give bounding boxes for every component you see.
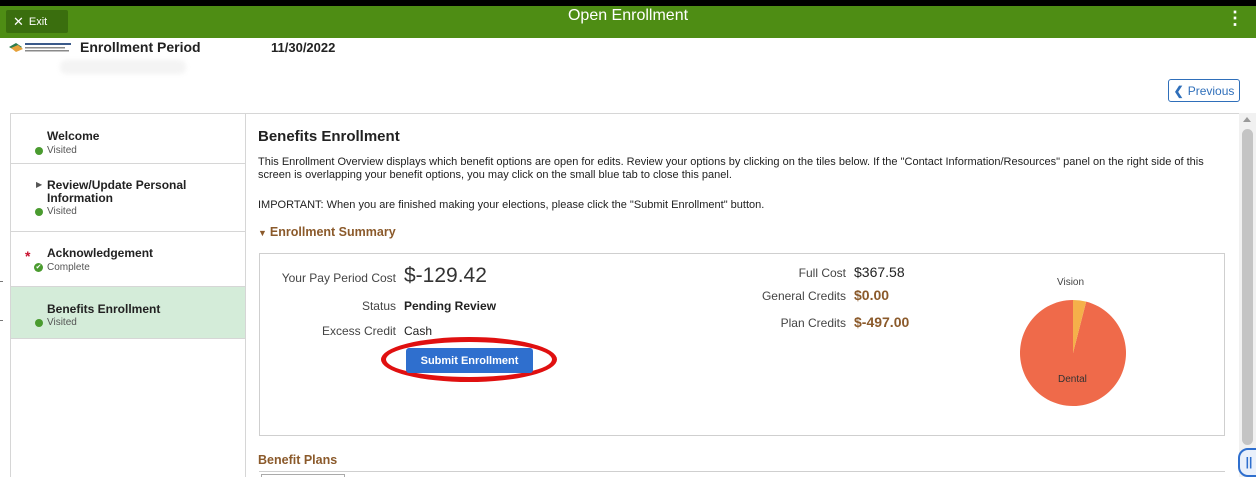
page-title: Benefits Enrollment — [258, 128, 400, 145]
nav-item-benefits-enrollment[interactable]: Benefits Enrollment Visited — [11, 287, 245, 339]
full-cost-value: $367.58 — [854, 264, 905, 280]
required-star-icon: * — [25, 248, 31, 264]
enrollment-summary-toggle[interactable]: ▼ Enrollment Summary — [258, 225, 396, 239]
left-nav: Welcome Visited ▶ Review/Update Personal… — [10, 113, 246, 477]
chevron-left-icon: ❮ — [1173, 83, 1184, 98]
nav-item-label: Review/Update Personal Information — [47, 178, 187, 205]
complete-check-icon: ✔ — [34, 263, 43, 272]
nav-item-review-personal-info[interactable]: ▶ Review/Update Personal Information Vis… — [11, 164, 245, 232]
benefit-plans-heading: Benefit Plans — [258, 453, 338, 467]
benefit-plans-panel-edge — [259, 471, 1225, 477]
nav-item-status: Complete — [47, 262, 90, 273]
nav-item-status: Visited — [47, 317, 77, 328]
important-note: IMPORTANT: When you are finished making … — [258, 199, 765, 211]
open-enrollment-page: Open Enrollment ✕ Exit ⋮ Enrollment Peri… — [0, 0, 1256, 477]
excess-credit-value: Cash — [404, 324, 433, 338]
plan-credits-label: Plan Credits — [780, 316, 846, 330]
cost-pie-chart: Vision Dental — [1020, 277, 1126, 406]
scroll-thumb[interactable] — [1242, 129, 1253, 445]
pay-period-cost-value: $-129.42 — [404, 264, 487, 287]
vertical-scrollbar[interactable] — [1239, 113, 1256, 477]
visited-dot-icon — [35, 319, 43, 327]
pie-label-dental: Dental — [1058, 374, 1087, 385]
exit-button[interactable]: ✕ Exit — [6, 10, 68, 33]
submit-enrollment-button[interactable]: Submit Enrollment — [406, 348, 533, 373]
previous-button[interactable]: ❮ Previous — [1168, 79, 1240, 102]
visited-dot-icon — [35, 147, 43, 155]
county-logo — [9, 43, 71, 52]
close-icon: ✕ — [13, 13, 24, 29]
full-cost-label: Full Cost — [798, 266, 846, 280]
general-credits-label: General Credits — [761, 289, 846, 303]
scroll-up-arrow-icon[interactable] — [1243, 117, 1251, 122]
nav-item-welcome[interactable]: Welcome Visited — [11, 114, 245, 164]
window-edge-mark — [0, 320, 3, 321]
plan-credits-value: $-497.00 — [854, 314, 910, 330]
nav-item-label: Acknowledgement — [47, 246, 154, 260]
nav-item-label: Benefits Enrollment — [47, 302, 161, 316]
enrollment-period-label: Enrollment Period — [80, 39, 201, 55]
enrollment-summary-panel: Your Pay Period Cost $-129.42 Status Pen… — [259, 253, 1225, 436]
previous-button-label: Previous — [1187, 83, 1235, 98]
visited-dot-icon — [35, 208, 43, 216]
page-title-bar-text: Open Enrollment — [567, 7, 689, 24]
pause-icon: || — [1245, 455, 1253, 469]
excess-credit-label: Excess Credit — [321, 324, 396, 338]
header: Enrollment Period 11/30/2022 ❮ Previous — [0, 38, 1256, 113]
general-credits-value: $0.00 — [854, 287, 890, 303]
pie-label-vision: Vision — [1057, 277, 1084, 288]
enrollment-period-date: 11/30/2022 — [271, 40, 336, 55]
nav-item-status: Visited — [47, 206, 77, 217]
page-description: This Enrollment Overview displays which … — [258, 156, 1204, 181]
main-content: Benefits Enrollment This Enrollment Over… — [246, 113, 1239, 477]
status-label: Status — [361, 299, 396, 313]
caret-down-icon: ▼ — [258, 228, 267, 238]
title-bar: Open Enrollment ✕ Exit ⋮ — [0, 6, 1256, 38]
window-edge-mark — [0, 281, 3, 282]
redacted-area — [60, 60, 186, 74]
status-value: Pending Review — [404, 299, 497, 313]
nav-item-status: Visited — [47, 145, 77, 156]
more-options-icon[interactable]: ⋮ — [1226, 8, 1244, 29]
contact-panel-tab[interactable]: || — [1238, 448, 1256, 477]
nav-item-label: Welcome — [47, 129, 100, 143]
nav-item-acknowledgement[interactable]: * Acknowledgement ✔ Complete — [11, 232, 245, 287]
chevron-right-icon: ▶ — [36, 180, 43, 189]
pay-period-cost-label: Your Pay Period Cost — [281, 271, 396, 285]
exit-button-label: Exit — [28, 15, 48, 28]
enrollment-summary-heading: Enrollment Summary — [269, 225, 396, 239]
